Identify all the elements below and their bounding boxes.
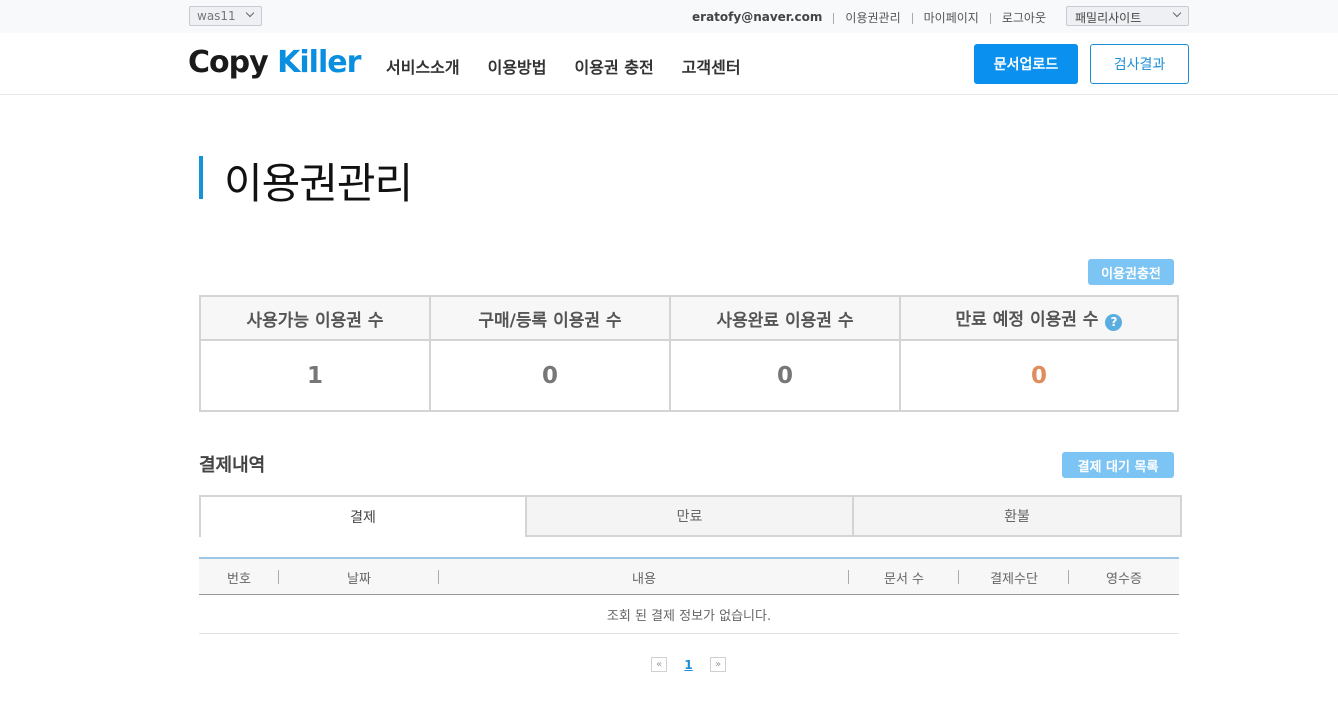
stats-value-purchased: 0 [429,339,671,412]
chevron-down-icon [245,8,255,18]
next-page-button[interactable]: » [710,657,726,672]
main-header: Copy Killer 서비스소개 이용방법 이용권 충전 고객센터 문서업로드… [0,33,1338,95]
link-mypage[interactable]: 마이페이지 [924,9,979,26]
ticket-stats-table: 사용가능 이용권 수 구매/등록 이용권 수 사용완료 이용권 수 만료 예정 … [199,295,1179,412]
column-number: 번호 [227,571,251,587]
stats-header-used: 사용완료 이용권 수 [669,295,901,341]
nav-ticket-charge[interactable]: 이용권 충전 [575,54,654,78]
stats-value-used: 0 [669,339,901,412]
title-accent-bar [199,156,203,199]
page-number-current[interactable]: 1 [667,658,710,672]
column-date: 날짜 [347,571,371,587]
column-content: 내용 [632,571,656,587]
divider [833,13,835,24]
prev-page-button[interactable]: « [651,657,667,672]
server-select[interactable]: was11 [189,6,262,26]
payment-tabs: 결제 만료 환불 [199,495,1182,537]
page-title: 이용권관리 [224,159,413,208]
stats-header-expiring: 만료 예정 이용권 수? [899,295,1179,341]
tab-payment[interactable]: 결제 [199,495,527,537]
divider [911,13,913,24]
user-links: eratofy@naver.com 이용권관리 마이페이지 로그아웃 [692,7,1046,27]
tab-refund[interactable]: 환불 [854,495,1182,537]
stats-value-available: 1 [199,339,431,412]
check-results-button[interactable]: 검사결과 [1090,44,1189,84]
family-site-label: 패밀리사이트 [1075,11,1142,25]
logo[interactable]: Copy Killer [188,45,361,80]
upload-document-button[interactable]: 문서업로드 [974,44,1078,84]
logo-killer: Killer [277,45,361,80]
link-logout[interactable]: 로그아웃 [1002,9,1046,26]
link-ticket-management[interactable]: 이용권관리 [845,9,900,26]
stats-header-purchased: 구매/등록 이용권 수 [429,295,671,341]
stats-value-expiring: 0 [899,339,1179,412]
main-nav: 서비스소개 이용방법 이용권 충전 고객센터 [386,54,769,78]
payment-list-header: 번호 날짜 내용 문서 수 결제수단 영수증 [199,557,1179,595]
nav-how-to-use[interactable]: 이용방법 [488,54,547,78]
family-site-select[interactable]: 패밀리사이트 [1066,6,1189,26]
stats-header-expiring-label: 만료 예정 이용권 수 [955,310,1099,331]
empty-message: 조회 된 결제 정보가 없습니다. [199,595,1179,634]
stats-header-row: 사용가능 이용권 수 구매/등록 이용권 수 사용완료 이용권 수 만료 예정 … [199,295,1179,341]
nav-customer-center[interactable]: 고객센터 [682,54,741,78]
chevron-down-icon [1172,8,1182,18]
top-utility-bar: was11 eratofy@naver.com 이용권관리 마이페이지 로그아웃… [0,0,1338,33]
payment-history-title: 결제내역 [199,455,266,476]
help-icon[interactable]: ? [1105,313,1123,331]
column-receipt: 영수증 [1106,571,1142,587]
nav-service-intro[interactable]: 서비스소개 [386,54,460,78]
column-payment-method: 결제수단 [990,571,1038,587]
pending-payments-button[interactable]: 결제 대기 목록 [1062,452,1174,478]
server-select-value: was11 [197,9,236,23]
stats-value-row: 1 0 0 0 [199,339,1179,412]
divider [989,13,991,24]
logo-copy: Copy [188,45,269,80]
pagination: « 1 » [651,657,726,672]
tab-expired[interactable]: 만료 [527,495,854,537]
stats-header-available: 사용가능 이용권 수 [199,295,431,341]
user-email: eratofy@naver.com [692,10,823,24]
charge-ticket-button[interactable]: 이용권충전 [1088,259,1174,285]
column-doc-count: 문서 수 [883,571,924,587]
